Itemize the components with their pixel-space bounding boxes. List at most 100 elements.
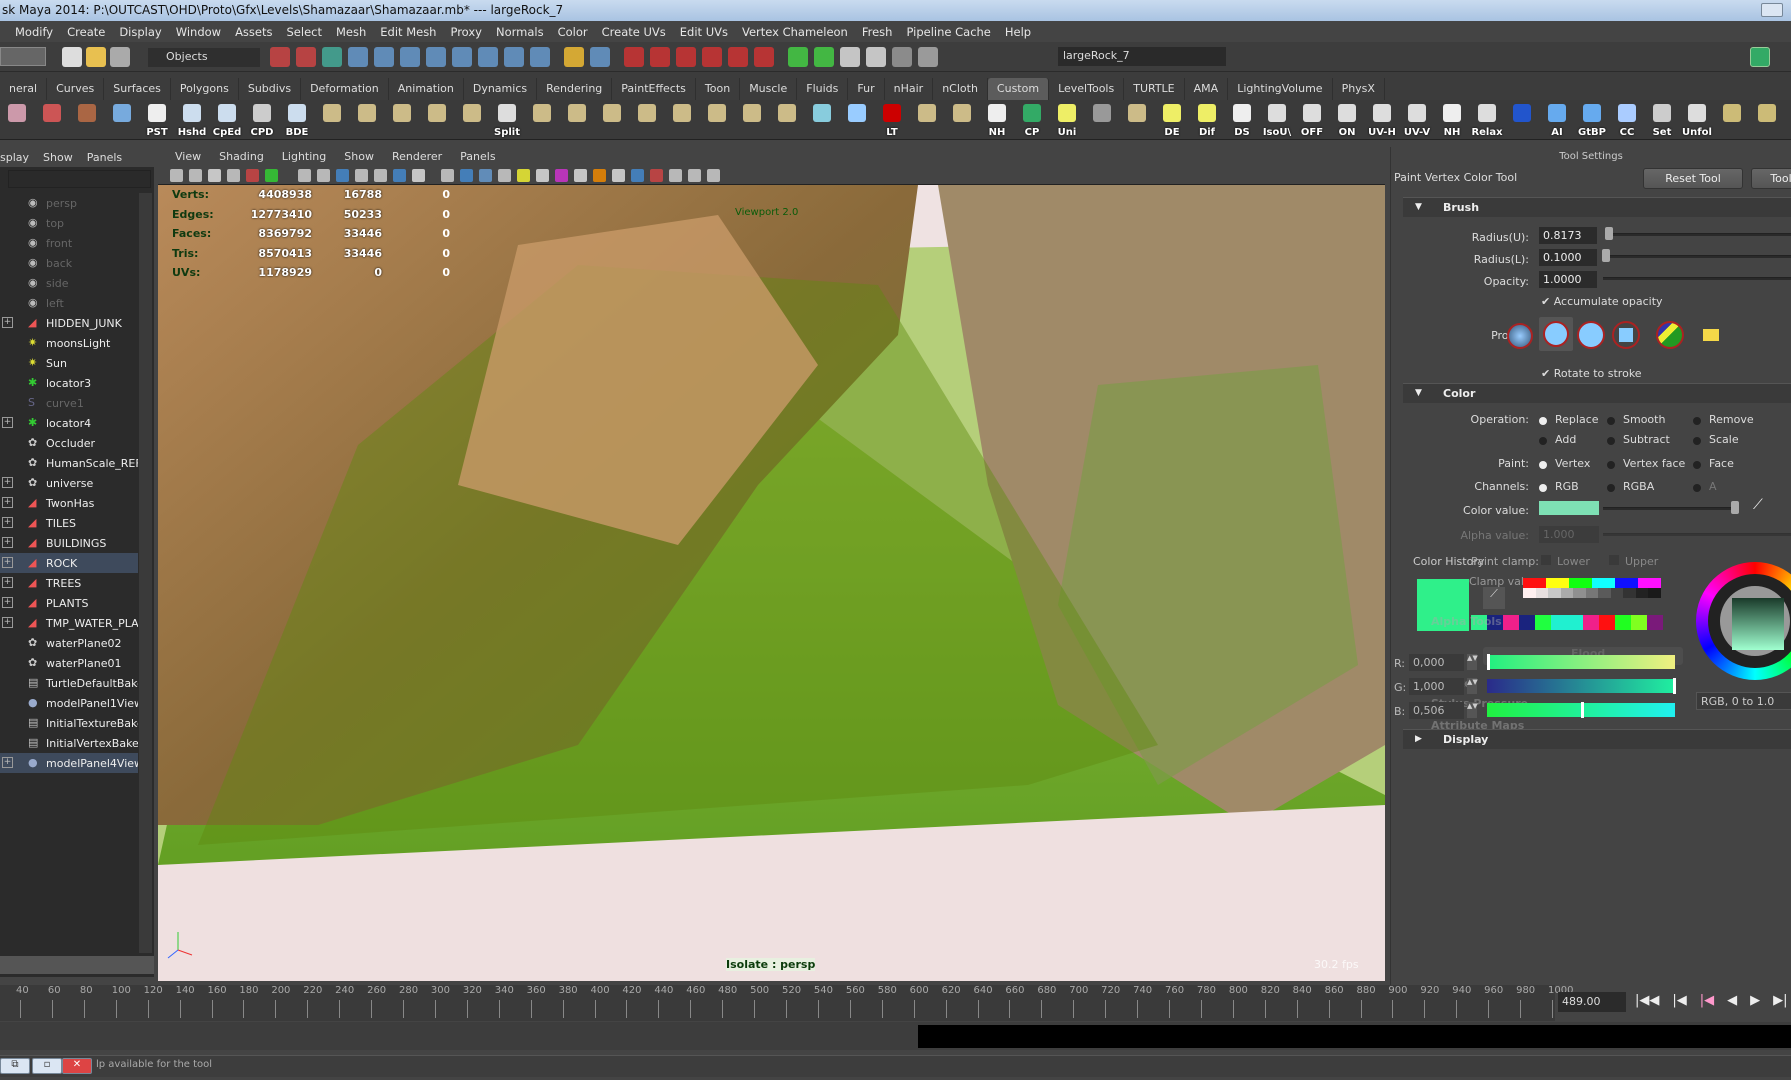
rotate-to-stroke-checkbox[interactable]: ✔ Rotate to stroke <box>1541 367 1642 380</box>
shelf-button-cp[interactable]: CP <box>1017 102 1047 138</box>
menu-pipeline-cache[interactable]: Pipeline Cache <box>899 25 997 39</box>
viewport-tool-icon[interactable] <box>227 169 240 182</box>
menu-assets[interactable]: Assets <box>228 25 279 39</box>
toolbar-tool-icon[interactable] <box>866 47 886 67</box>
new-scene-icon[interactable] <box>62 47 82 67</box>
r-channel-field[interactable]: 0,000 <box>1409 654 1464 671</box>
viewport-tool-icon[interactable] <box>317 169 330 182</box>
menu-window[interactable]: Window <box>169 25 228 39</box>
shelf-tab-animation[interactable]: Animation <box>389 78 464 100</box>
outliner-scrollbar[interactable] <box>139 193 152 953</box>
color-section-header[interactable]: ▼ Color <box>1403 383 1791 403</box>
shelf-button-gtbp[interactable]: GtBP <box>1577 102 1607 138</box>
expand-icon[interactable]: + <box>2 517 13 528</box>
quick-rename-field[interactable]: largeRock_7 <box>1058 47 1226 66</box>
outliner-item-humanscale-ref[interactable]: ✿ HumanScale_REF <box>0 453 138 473</box>
radio-vertex[interactable] <box>1539 461 1547 469</box>
profile-image-brush-icon[interactable] <box>1656 321 1684 349</box>
outliner-item-modelpanel1views[interactable]: ● modelPanel1ViewS <box>0 693 138 713</box>
viewport-tool-icon[interactable] <box>688 169 701 182</box>
toolbar-tool-icon[interactable] <box>702 47 722 67</box>
menu-create[interactable]: Create <box>60 25 112 39</box>
toolbar-tool-icon[interactable] <box>754 47 774 67</box>
shelf-tab-curves[interactable]: Curves <box>47 78 105 100</box>
toolbar-tool-icon[interactable] <box>728 47 748 67</box>
toolbar-tool-icon[interactable] <box>918 47 938 67</box>
color-history-swatch[interactable] <box>1615 615 1631 630</box>
expand-icon[interactable]: + <box>2 617 13 628</box>
shelf-button-icon[interactable] <box>562 102 592 138</box>
shelf-button-nh[interactable]: NH <box>1437 102 1467 138</box>
palette-swatch[interactable] <box>1615 578 1638 588</box>
b-slider-handle[interactable] <box>1581 702 1585 718</box>
palette-swatch[interactable] <box>1523 578 1546 588</box>
palette-swatch[interactable] <box>1560 588 1573 598</box>
shelf-button-icon[interactable] <box>387 102 417 138</box>
shelf-button-icon[interactable] <box>317 102 347 138</box>
display-section-header[interactable]: ▶ Display <box>1403 729 1791 749</box>
palette-swatch[interactable] <box>1648 588 1661 598</box>
shelf-tab-nhair[interactable]: nHair <box>885 78 934 100</box>
shelf-tab-painteffects[interactable]: PaintEffects <box>612 78 696 100</box>
outliner-item-twonhas[interactable]: + ◢ TwonHas <box>0 493 138 513</box>
viewport-tool-icon[interactable] <box>517 169 530 182</box>
shelf-button-icon[interactable] <box>2 102 32 138</box>
viewport-tool-icon[interactable] <box>189 169 202 182</box>
shelf-button-pst[interactable]: PST <box>142 102 172 138</box>
menu-display[interactable]: Display <box>112 25 168 39</box>
viewport-menu-view[interactable]: View <box>166 150 210 167</box>
shelf-button-cpd[interactable]: CPD <box>247 102 277 138</box>
radius-l-field[interactable]: 0.1000 <box>1539 249 1597 266</box>
shelf-tab-custom[interactable]: Custom <box>987 78 1050 100</box>
menu-normals[interactable]: Normals <box>489 25 551 39</box>
shelf-button-de[interactable]: DE <box>1157 102 1187 138</box>
viewport-tool-icon[interactable] <box>498 169 511 182</box>
reset-tool-button[interactable]: Reset Tool <box>1643 168 1743 189</box>
menu-proxy[interactable]: Proxy <box>443 25 489 39</box>
toolbar-tool-icon[interactable] <box>296 47 316 67</box>
viewport-tool-icon[interactable] <box>374 169 387 182</box>
outliner-item-left[interactable]: ◉ left <box>0 293 138 313</box>
viewport-menu-panels[interactable]: Panels <box>451 150 504 167</box>
viewport-menu-renderer[interactable]: Renderer <box>383 150 451 167</box>
radius-u-slider[interactable] <box>1606 233 1791 236</box>
shelf-tab-deformation[interactable]: Deformation <box>301 78 389 100</box>
viewport-tool-icon[interactable] <box>246 169 259 182</box>
palette-swatch[interactable] <box>1623 588 1636 598</box>
toolbar-tool-icon[interactable] <box>564 47 584 67</box>
viewport-tool-icon[interactable] <box>612 169 625 182</box>
color-history-swatch[interactable] <box>1519 615 1535 630</box>
palette-swatch[interactable] <box>1548 588 1561 598</box>
viewport-tool-icon[interactable] <box>555 169 568 182</box>
palette-swatch[interactable] <box>1638 578 1661 588</box>
radio-subtract[interactable] <box>1607 437 1615 445</box>
menu-edit-uvs[interactable]: Edit UVs <box>673 25 735 39</box>
radius-l-slider-handle[interactable] <box>1602 249 1610 262</box>
alpha-value-slider[interactable] <box>1603 533 1791 536</box>
viewport-tool-icon[interactable] <box>631 169 644 182</box>
play-forwards-icon[interactable]: ▶ <box>1750 993 1760 1008</box>
shelf-button-icon[interactable] <box>632 102 662 138</box>
window-minimize-button[interactable] <box>1761 3 1783 17</box>
g-channel-field[interactable]: 1,000 <box>1409 678 1464 695</box>
outliner-item-buildings[interactable]: + ◢ BUILDINGS <box>0 533 138 553</box>
radio-replace[interactable] <box>1539 417 1547 425</box>
shelf-button-icon[interactable] <box>597 102 627 138</box>
color-value-swatch[interactable] <box>1539 501 1599 515</box>
step-back-frame-icon[interactable]: |◀ <box>1700 993 1714 1008</box>
outliner-item-plants[interactable]: + ◢ PLANTS <box>0 593 138 613</box>
profile-soft-brush-icon[interactable] <box>1507 323 1533 349</box>
radio-vertex-face[interactable] <box>1607 461 1615 469</box>
menu-color[interactable]: Color <box>551 25 595 39</box>
opacity-field[interactable]: 1.0000 <box>1539 271 1597 288</box>
menu-fresh[interactable]: Fresh <box>855 25 900 39</box>
viewport-tool-icon[interactable] <box>650 169 663 182</box>
b-spinner-icon[interactable]: ▲▼ <box>1467 702 1478 718</box>
viewport-tool-icon[interactable] <box>593 169 606 182</box>
toolbar-tool-icon[interactable] <box>624 47 644 67</box>
r-spinner-icon[interactable]: ▲▼ <box>1467 654 1478 670</box>
toolbar-tool-icon[interactable] <box>374 47 394 67</box>
color-history-swatch[interactable] <box>1599 615 1615 630</box>
viewport-tool-icon[interactable] <box>355 169 368 182</box>
outliner-item-moonslight[interactable]: ✷ moonsLight <box>0 333 138 353</box>
